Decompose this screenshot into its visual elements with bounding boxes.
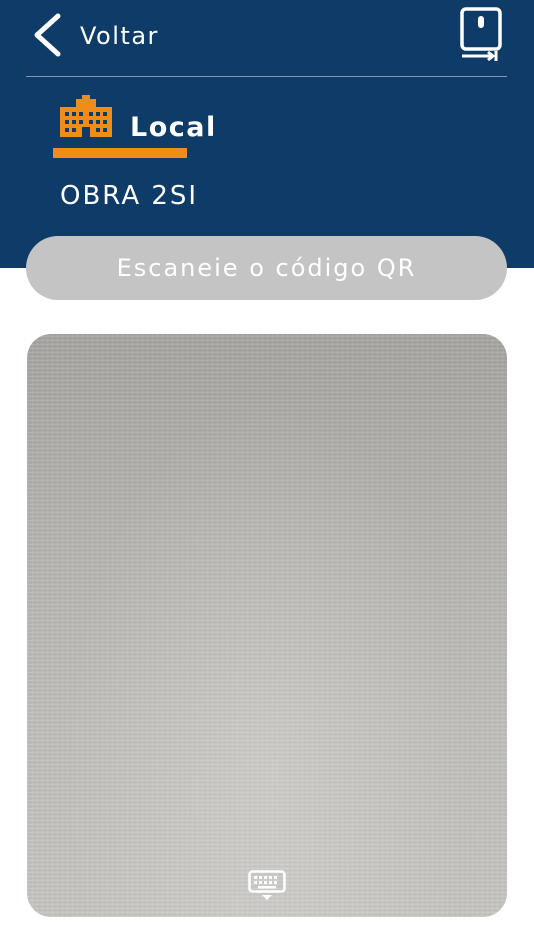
device-transfer-icon xyxy=(460,7,502,62)
building-icon xyxy=(60,95,112,139)
device-transfer-button[interactable] xyxy=(458,6,506,64)
header-divider xyxy=(26,76,507,77)
header: Voltar Local OBRA 2SI xyxy=(0,0,534,268)
camera-preview[interactable] xyxy=(27,334,507,917)
keyboard-icon xyxy=(248,870,286,900)
scan-instruction-pill: Escaneie o código QR xyxy=(26,236,507,300)
location-title: Local xyxy=(130,112,217,143)
site-name: OBRA 2SI xyxy=(60,181,199,211)
location-title-underline xyxy=(53,148,187,158)
back-button[interactable]: Voltar xyxy=(28,10,159,60)
keyboard-input-button[interactable] xyxy=(248,870,286,902)
chevron-left-icon xyxy=(28,10,68,60)
back-label: Voltar xyxy=(80,22,159,50)
